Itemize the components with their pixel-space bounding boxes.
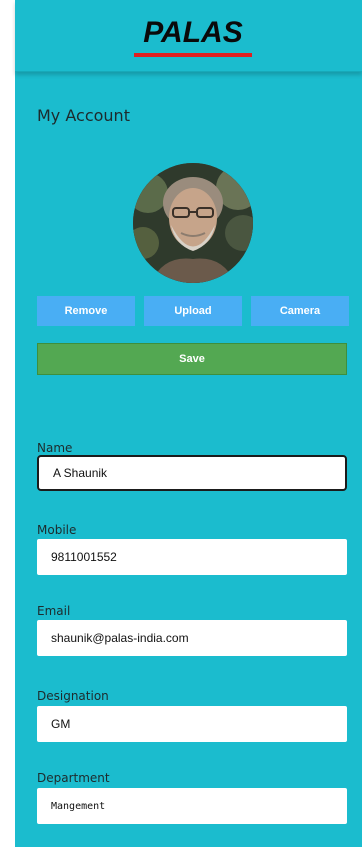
logo-text: PALAS	[143, 16, 243, 49]
palas-logo[interactable]: PALAS	[131, 16, 255, 60]
page-title: My Account	[37, 106, 130, 125]
designation-label: Designation	[37, 689, 109, 703]
mobile-field[interactable]: 9811001552	[37, 539, 347, 575]
avatar-photo	[133, 163, 253, 283]
logo-underline	[134, 53, 252, 57]
name-label: Name	[37, 441, 73, 455]
name-field[interactable]: A Shaunik	[37, 455, 347, 491]
left-margin-strip	[0, 0, 15, 847]
department-field[interactable]: Mangement	[37, 788, 347, 824]
remove-photo-button[interactable]: Remove	[37, 296, 135, 326]
camera-button[interactable]: Camera	[251, 296, 349, 326]
email-label: Email	[37, 604, 71, 618]
save-button[interactable]: Save	[37, 343, 347, 375]
photo-action-buttons: Remove Upload Camera	[37, 296, 349, 326]
app-header: PALAS	[15, 0, 362, 72]
account-screen: PALAS My Account Remove Upload Camera Sa…	[15, 0, 362, 847]
department-label: Department	[37, 771, 110, 785]
designation-field[interactable]: GM	[37, 706, 347, 742]
email-field[interactable]: shaunik@palas-india.com	[37, 620, 347, 656]
upload-photo-button[interactable]: Upload	[144, 296, 242, 326]
mobile-label: Mobile	[37, 523, 77, 537]
avatar	[133, 163, 253, 283]
